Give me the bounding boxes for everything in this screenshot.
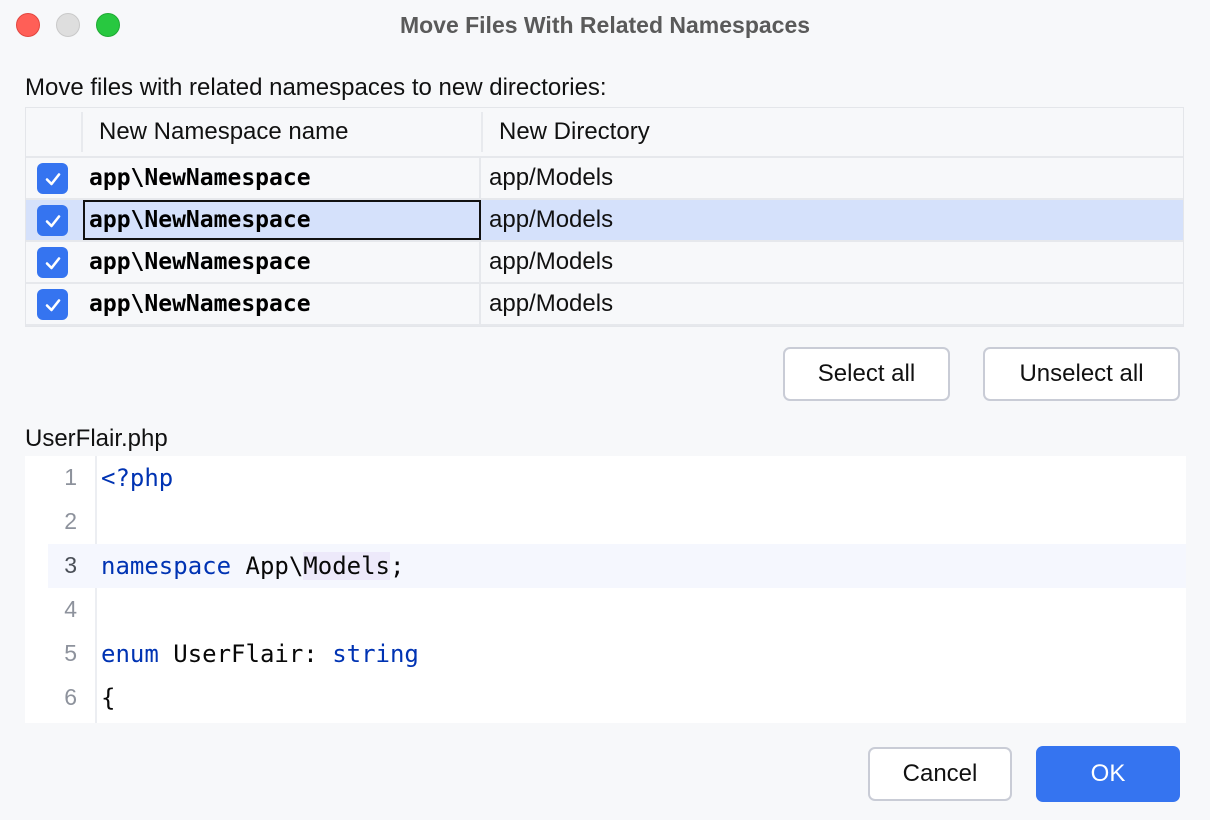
row-checkbox[interactable] [37, 163, 68, 194]
table-row[interactable]: app\NewNamespace app/Models [26, 242, 1183, 284]
select-all-button[interactable]: Select all [783, 347, 950, 401]
namespace-table: New Namespace name New Directory app\New… [25, 107, 1184, 327]
code-preview[interactable]: 1 <?php 2 3 namespace App\Models; 4 5 enum User… [25, 456, 1186, 723]
checkmark-icon [45, 214, 60, 227]
row-checkbox[interactable] [37, 205, 68, 236]
unselect-all-button[interactable]: Unselect all [983, 347, 1180, 401]
code-line: 4 [25, 588, 1186, 632]
code-keyword: namespace [101, 552, 232, 580]
namespace-cell[interactable]: app\NewNamespace [83, 242, 481, 282]
code-token: UserFlair: [158, 640, 333, 668]
line-number: 3 [64, 552, 77, 578]
checkmark-icon [45, 256, 60, 269]
line-number: 1 [64, 464, 77, 490]
row-checkbox[interactable] [37, 289, 68, 320]
table-row[interactable]: app\NewNamespace app/Models [26, 158, 1183, 200]
code-highlight: Models [303, 552, 390, 580]
checkbox-cell [26, 284, 83, 324]
checkmark-icon [45, 298, 60, 311]
code-keyword: string [332, 640, 419, 668]
table-row[interactable]: app\NewNamespace app/Models [26, 284, 1183, 326]
code-token: ; [390, 552, 405, 580]
table-row[interactable]: app\NewNamespace app/Models [26, 200, 1183, 242]
column-header-checkbox[interactable] [26, 112, 83, 152]
checkbox-cell [26, 158, 83, 198]
code-line: 1 <?php [25, 456, 1186, 500]
code-text: namespace App\Models; [101, 552, 404, 580]
preview-filename: UserFlair.php [25, 425, 168, 452]
code-text: enum UserFlair: string [101, 640, 419, 668]
cancel-button[interactable]: Cancel [868, 747, 1012, 801]
code-keyword: enum [101, 640, 159, 668]
code-text: <?php [101, 464, 173, 492]
namespace-cell[interactable]: app\NewNamespace [83, 200, 481, 240]
description-label: Move files with related namespaces to ne… [25, 74, 607, 101]
code-line: 5 enum UserFlair: string [25, 632, 1186, 676]
column-header-directory[interactable]: New Directory [483, 112, 650, 152]
code-keyword: <?php [101, 464, 174, 492]
row-checkbox[interactable] [37, 247, 68, 278]
dialog-window: Move Files With Related Namespaces Move … [0, 0, 1210, 820]
ok-button[interactable]: OK [1036, 746, 1180, 802]
line-number: 5 [64, 640, 77, 666]
line-number: 6 [64, 684, 77, 710]
code-text: { [101, 684, 115, 712]
code-line: 6{ [25, 676, 1186, 720]
code-line: 3 namespace App\Models; [48, 544, 1186, 588]
directory-cell[interactable]: app/Models [483, 200, 613, 240]
checkmark-icon [45, 172, 60, 185]
code-token: { [101, 684, 116, 712]
code-line: 2 [25, 500, 1186, 544]
checkbox-cell [26, 200, 83, 240]
namespace-cell[interactable]: app\NewNamespace [83, 158, 481, 198]
title-bar: Move Files With Related Namespaces [0, 0, 1210, 50]
directory-cell[interactable]: app/Models [483, 284, 613, 324]
table-header: New Namespace name New Directory [26, 108, 1183, 158]
line-number: 4 [64, 596, 77, 622]
code-token: App\ [231, 552, 304, 580]
dialog-title: Move Files With Related Namespaces [399, 12, 811, 38]
namespace-cell[interactable]: app\NewNamespace [83, 284, 481, 324]
directory-cell[interactable]: app/Models [483, 158, 613, 198]
directory-cell[interactable]: app/Models [483, 242, 613, 282]
line-number: 2 [64, 508, 77, 534]
checkbox-cell [26, 242, 83, 282]
column-header-namespace[interactable]: New Namespace name [83, 112, 483, 152]
